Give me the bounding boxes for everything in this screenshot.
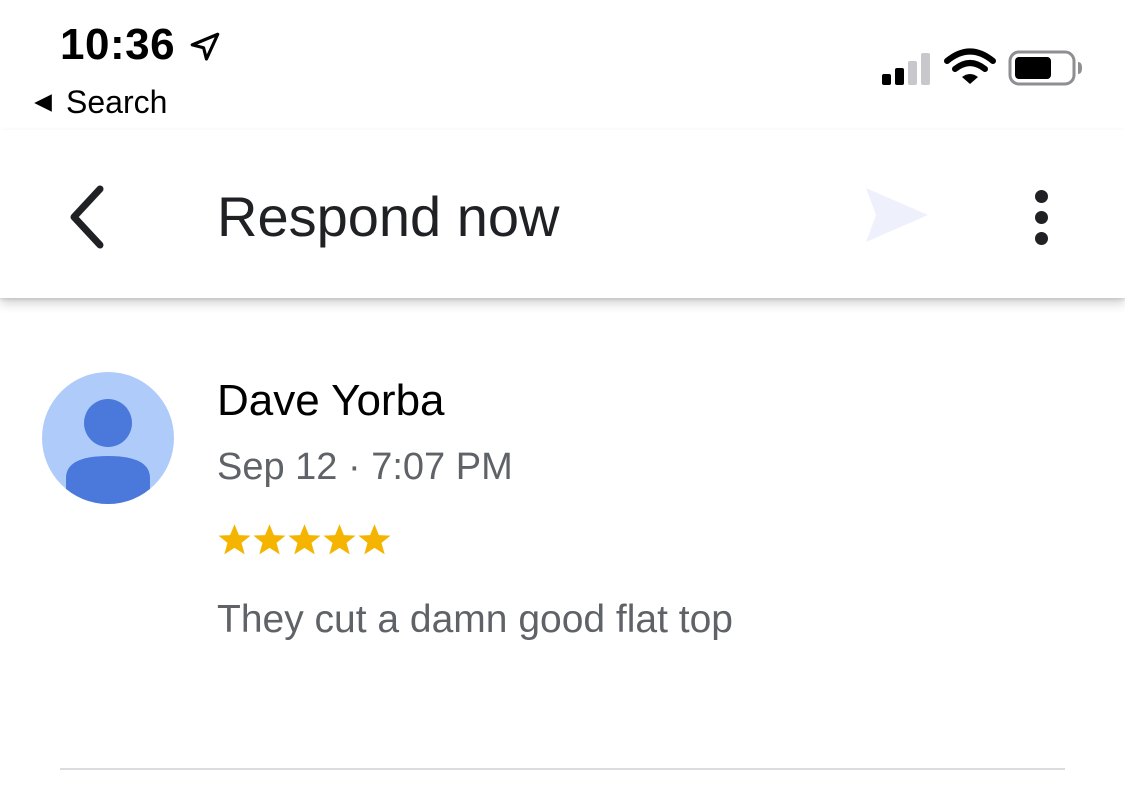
star-icon	[288, 524, 321, 555]
review-card: Dave Yorba Sep 12 · 7:07 PM They cut a d…	[0, 298, 1125, 785]
star-icon	[218, 524, 251, 555]
send-icon[interactable]	[862, 184, 932, 246]
app-bar: Respond now	[0, 130, 1125, 298]
location-arrow-icon	[190, 32, 220, 61]
page-title: Respond now	[217, 185, 560, 248]
more-vert-dot	[1034, 231, 1048, 245]
back-triangle-icon	[34, 93, 52, 112]
review-text: They cut a damn good flat top	[217, 598, 733, 641]
signal-icon	[882, 53, 930, 85]
back-button[interactable]	[56, 182, 116, 252]
more-vert-dot	[1034, 210, 1048, 224]
star-icon	[253, 524, 286, 555]
status-bar: 10:36 Search	[0, 0, 1125, 130]
back-to-app-link[interactable]: Search	[32, 84, 167, 121]
review-date: Sep 12 · 7:07 PM	[217, 446, 513, 488]
wifi-icon	[944, 48, 996, 84]
battery-icon	[1008, 50, 1082, 86]
avatar	[42, 372, 174, 504]
star-rating	[217, 522, 392, 557]
star-icon	[323, 524, 356, 555]
more-vert-icon	[1034, 189, 1048, 203]
more-options-button[interactable]	[1018, 182, 1064, 252]
status-time: 10:36	[60, 20, 176, 69]
reviewer-name: Dave Yorba	[217, 376, 445, 425]
star-icon	[358, 524, 391, 555]
divider	[60, 768, 1065, 770]
chevron-left-icon	[70, 185, 104, 249]
back-app-label: Search	[66, 84, 168, 120]
person-icon	[66, 399, 150, 504]
